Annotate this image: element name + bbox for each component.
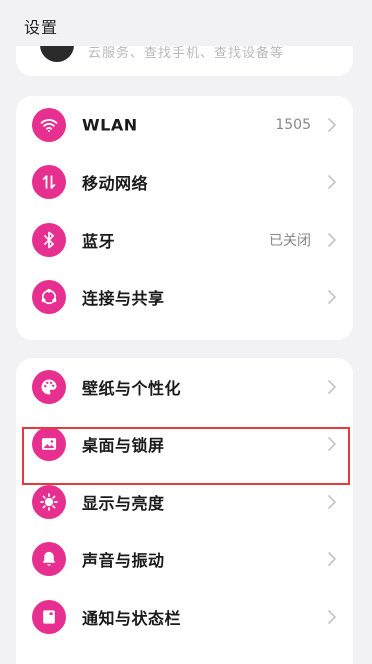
chevron-right-icon <box>328 494 336 509</box>
chevron-right-icon <box>328 232 336 247</box>
settings-item-connection-sharing[interactable]: 连接与共享 <box>16 269 353 327</box>
brightness-icon <box>32 484 66 519</box>
settings-page: 设置 云服务、查找手机、查找设备等 WLAN 1505 移动网络 蓝牙 已关闭 … <box>0 0 372 664</box>
mobile-data-icon <box>32 165 66 200</box>
display-settings-group: 壁纸与个性化 桌面与锁屏 显示与亮度 声音与振动 通知与状态栏 <box>16 358 353 664</box>
bell-icon <box>32 542 66 577</box>
palette-icon <box>32 369 66 404</box>
wifi-icon <box>32 107 66 142</box>
bluetooth-icon <box>32 222 66 257</box>
chevron-right-icon <box>328 290 336 305</box>
settings-item-label: 移动网络 <box>82 174 149 194</box>
settings-item-label: 声音与振动 <box>82 551 165 571</box>
settings-item-bluetooth[interactable]: 蓝牙 已关闭 <box>16 211 353 269</box>
settings-item-label: WLAN <box>82 115 138 135</box>
top-bar: 设置 <box>0 0 372 46</box>
network-settings-group: WLAN 1505 移动网络 蓝牙 已关闭 连接与共享 <box>16 96 353 340</box>
settings-item-label: 通知与状态栏 <box>82 608 182 628</box>
settings-item-notifications-status-bar[interactable]: 通知与状态栏 <box>16 588 353 646</box>
settings-item-label: 壁纸与个性化 <box>82 378 182 398</box>
settings-item-sound-vibration[interactable]: 声音与振动 <box>16 531 353 589</box>
share-icon <box>32 280 66 315</box>
settings-item-label: 连接与共享 <box>82 289 165 309</box>
settings-item-label: 蓝牙 <box>82 231 116 251</box>
settings-item-display-brightness[interactable]: 显示与亮度 <box>16 473 353 531</box>
settings-item-label: 桌面与锁屏 <box>82 436 165 456</box>
settings-item-label: 显示与亮度 <box>82 493 165 513</box>
settings-item-wlan[interactable]: WLAN 1505 <box>16 96 353 154</box>
settings-item-mobile-network[interactable]: 移动网络 <box>16 154 353 212</box>
chevron-right-icon <box>328 437 336 452</box>
image-icon <box>32 427 66 462</box>
page-title: 设置 <box>24 18 59 37</box>
bluetooth-status: 已关闭 <box>269 232 311 249</box>
chevron-right-icon <box>328 609 336 624</box>
chevron-right-icon <box>328 552 336 567</box>
notification-icon <box>32 599 66 634</box>
chevron-right-icon <box>328 117 336 132</box>
wlan-network-name: 1505 <box>275 116 311 133</box>
settings-item-home-lock-screen[interactable]: 桌面与锁屏 <box>16 416 353 474</box>
chevron-right-icon <box>328 175 336 190</box>
settings-item-wallpaper[interactable]: 壁纸与个性化 <box>16 358 353 416</box>
chevron-right-icon <box>328 379 336 394</box>
